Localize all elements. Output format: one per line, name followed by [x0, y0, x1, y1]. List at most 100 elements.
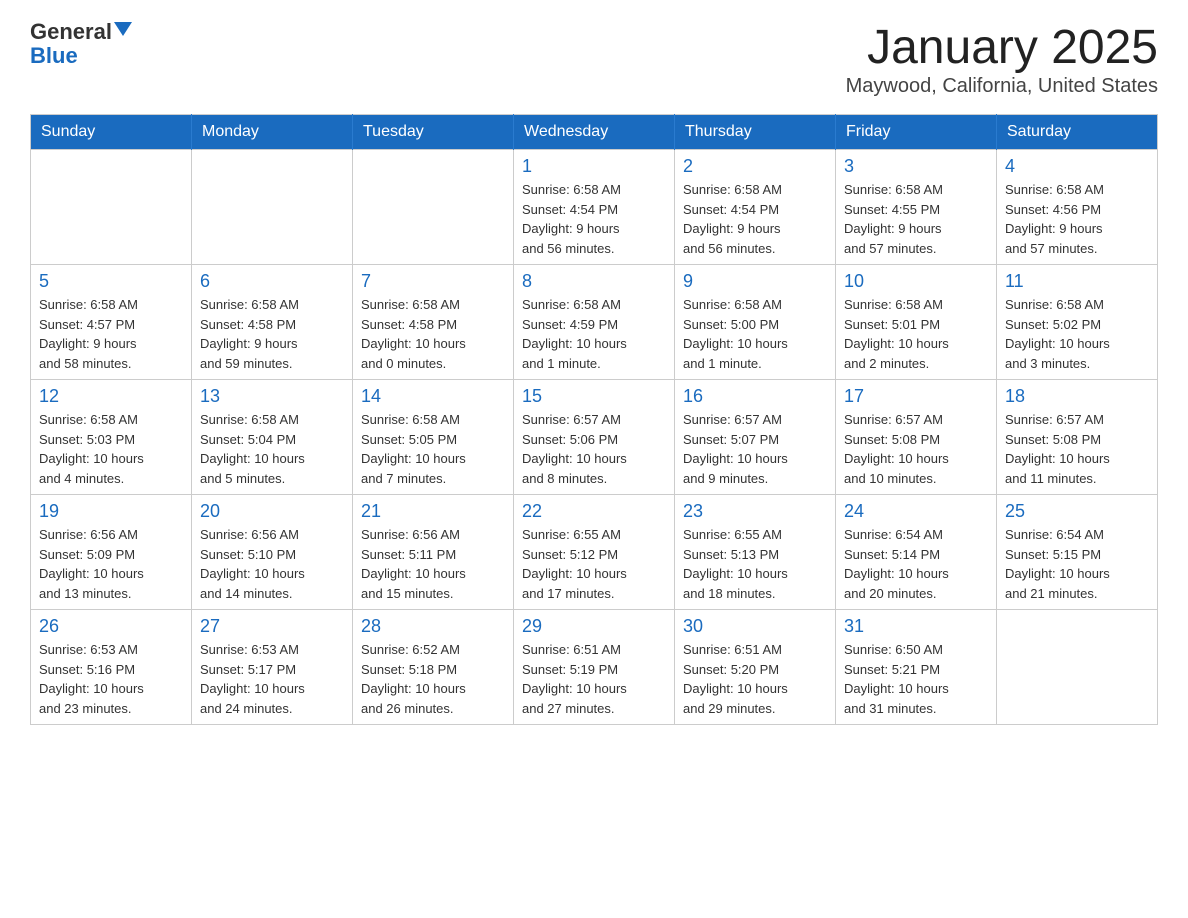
day-number: 14 [361, 386, 505, 407]
day-of-week-saturday: Saturday [997, 115, 1158, 150]
calendar-cell: 21Sunrise: 6:56 AM Sunset: 5:11 PM Dayli… [353, 495, 514, 610]
day-info: Sunrise: 6:58 AM Sunset: 4:58 PM Dayligh… [361, 295, 505, 373]
week-row-4: 19 Sunrise: 6:56 AM Sunset: 5:09 PM Dayli… [31, 495, 1158, 610]
day-number: 24 [844, 501, 988, 522]
day-info: Sunrise: 6:50 AM Sunset: 5:21 PM Dayligh… [844, 640, 988, 718]
day-info: Sunrise: 6:57 AM Sunset: 5:08 PM Dayligh… [844, 410, 988, 488]
day-info: Sunrise: 6:56 AM Sunset: 5:11 PM Dayligh… [361, 525, 505, 603]
day-number: 2 [683, 156, 827, 177]
calendar-cell: 7Sunrise: 6:58 AM Sunset: 4:58 PM Daylig… [353, 265, 514, 380]
calendar-table: SundayMondayTuesdayWednesdayThursdayFrid… [30, 114, 1158, 725]
week-row-2: 5Sunrise: 6:58 AM Sunset: 4:57 PM Daylig… [31, 265, 1158, 380]
day-info: Sunrise: 6:57 AM Sunset: 5:07 PM Dayligh… [683, 410, 827, 488]
calendar-cell: 29 Sunrise: 6:51 AM Sunset: 5:19 PM Dayli… [514, 610, 675, 725]
calendar-cell [997, 610, 1158, 725]
calendar-cell: 8Sunrise: 6:58 AM Sunset: 4:59 PM Daylig… [514, 265, 675, 380]
calendar-cell: 25 Sunrise: 6:54 AM Sunset: 5:15 PM Dayli… [997, 495, 1158, 610]
week-row-1: 1 Sunrise: 6:58 AM Sunset: 4:54 PM Daylig… [31, 150, 1158, 265]
day-of-week-sunday: Sunday [31, 115, 192, 150]
day-number: 1 [522, 156, 666, 177]
day-info: Sunrise: 6:52 AM Sunset: 5:18 PM Dayligh… [361, 640, 505, 718]
day-number: 20 [200, 501, 344, 522]
day-info: Sunrise: 6:58 AM Sunset: 4:54 PM Dayligh… [522, 180, 666, 258]
calendar-cell: 13 Sunrise: 6:58 AM Sunset: 5:04 PM Dayli… [192, 380, 353, 495]
day-number: 25 [1005, 501, 1149, 522]
calendar-cell: 22 Sunrise: 6:55 AM Sunset: 5:12 PM Dayli… [514, 495, 675, 610]
calendar-cell: 31 Sunrise: 6:50 AM Sunset: 5:21 PM Dayli… [836, 610, 997, 725]
day-number: 4 [1005, 156, 1149, 177]
day-info: Sunrise: 6:58 AM Sunset: 5:00 PM Dayligh… [683, 295, 827, 373]
calendar-cell: 30Sunrise: 6:51 AM Sunset: 5:20 PM Dayli… [675, 610, 836, 725]
day-number: 29 [522, 616, 666, 637]
day-number: 28 [361, 616, 505, 637]
day-of-week-monday: Monday [192, 115, 353, 150]
calendar-cell: 6 Sunrise: 6:58 AM Sunset: 4:58 PM Daylig… [192, 265, 353, 380]
day-number: 12 [39, 386, 183, 407]
day-info: Sunrise: 6:54 AM Sunset: 5:15 PM Dayligh… [1005, 525, 1149, 603]
day-number: 30 [683, 616, 827, 637]
calendar-cell: 4 Sunrise: 6:58 AM Sunset: 4:56 PM Daylig… [997, 150, 1158, 265]
calendar-cell: 3Sunrise: 6:58 AM Sunset: 4:55 PM Daylig… [836, 150, 997, 265]
calendar-body: 1 Sunrise: 6:58 AM Sunset: 4:54 PM Daylig… [31, 150, 1158, 725]
week-row-3: 12 Sunrise: 6:58 AM Sunset: 5:03 PM Dayli… [31, 380, 1158, 495]
day-info: Sunrise: 6:55 AM Sunset: 5:13 PM Dayligh… [683, 525, 827, 603]
day-info: Sunrise: 6:53 AM Sunset: 5:17 PM Dayligh… [200, 640, 344, 718]
day-info: Sunrise: 6:51 AM Sunset: 5:19 PM Dayligh… [522, 640, 666, 718]
day-number: 5 [39, 271, 183, 292]
calendar-cell: 27 Sunrise: 6:53 AM Sunset: 5:17 PM Dayli… [192, 610, 353, 725]
day-of-week-friday: Friday [836, 115, 997, 150]
calendar-cell: 1 Sunrise: 6:58 AM Sunset: 4:54 PM Daylig… [514, 150, 675, 265]
day-info: Sunrise: 6:58 AM Sunset: 5:03 PM Dayligh… [39, 410, 183, 488]
day-info: Sunrise: 6:58 AM Sunset: 4:59 PM Dayligh… [522, 295, 666, 373]
calendar-cell: 23Sunrise: 6:55 AM Sunset: 5:13 PM Dayli… [675, 495, 836, 610]
day-number: 6 [200, 271, 344, 292]
day-number: 15 [522, 386, 666, 407]
day-info: Sunrise: 6:58 AM Sunset: 5:05 PM Dayligh… [361, 410, 505, 488]
day-info: Sunrise: 6:58 AM Sunset: 5:04 PM Dayligh… [200, 410, 344, 488]
logo: General Blue [30, 20, 132, 68]
day-info: Sunrise: 6:57 AM Sunset: 5:08 PM Dayligh… [1005, 410, 1149, 488]
day-number: 26 [39, 616, 183, 637]
day-info: Sunrise: 6:57 AM Sunset: 5:06 PM Dayligh… [522, 410, 666, 488]
day-number: 17 [844, 386, 988, 407]
calendar-cell [192, 150, 353, 265]
day-info: Sunrise: 6:56 AM Sunset: 5:10 PM Dayligh… [200, 525, 344, 603]
day-info: Sunrise: 6:58 AM Sunset: 5:01 PM Dayligh… [844, 295, 988, 373]
day-info: Sunrise: 6:58 AM Sunset: 4:58 PM Dayligh… [200, 295, 344, 373]
days-of-week-row: SundayMondayTuesdayWednesdayThursdayFrid… [31, 115, 1158, 150]
logo-blue: Blue [30, 44, 78, 68]
day-number: 13 [200, 386, 344, 407]
calendar-cell: 16 Sunrise: 6:57 AM Sunset: 5:07 PM Dayli… [675, 380, 836, 495]
logo-general: General [30, 20, 112, 44]
day-number: 22 [522, 501, 666, 522]
day-number: 31 [844, 616, 988, 637]
day-number: 10 [844, 271, 988, 292]
day-info: Sunrise: 6:54 AM Sunset: 5:14 PM Dayligh… [844, 525, 988, 603]
calendar-cell: 14 Sunrise: 6:58 AM Sunset: 5:05 PM Dayli… [353, 380, 514, 495]
page-title: January 2025 [846, 20, 1158, 75]
day-info: Sunrise: 6:56 AM Sunset: 5:09 PM Dayligh… [39, 525, 183, 603]
calendar-cell: 11Sunrise: 6:58 AM Sunset: 5:02 PM Dayli… [997, 265, 1158, 380]
week-row-5: 26Sunrise: 6:53 AM Sunset: 5:16 PM Dayli… [31, 610, 1158, 725]
calendar-cell: 20 Sunrise: 6:56 AM Sunset: 5:10 PM Dayli… [192, 495, 353, 610]
calendar-cell: 9Sunrise: 6:58 AM Sunset: 5:00 PM Daylig… [675, 265, 836, 380]
day-number: 11 [1005, 271, 1149, 292]
title-block: January 2025 Maywood, California, United… [846, 20, 1158, 98]
day-number: 27 [200, 616, 344, 637]
day-of-week-wednesday: Wednesday [514, 115, 675, 150]
calendar-cell: 10 Sunrise: 6:58 AM Sunset: 5:01 PM Dayli… [836, 265, 997, 380]
calendar-cell: 26Sunrise: 6:53 AM Sunset: 5:16 PM Dayli… [31, 610, 192, 725]
day-info: Sunrise: 6:58 AM Sunset: 4:56 PM Dayligh… [1005, 180, 1149, 258]
calendar-cell [353, 150, 514, 265]
day-number: 19 [39, 501, 183, 522]
day-of-week-thursday: Thursday [675, 115, 836, 150]
calendar-cell: 24 Sunrise: 6:54 AM Sunset: 5:14 PM Dayli… [836, 495, 997, 610]
logo-triangle-icon [114, 22, 132, 36]
calendar-header: SundayMondayTuesdayWednesdayThursdayFrid… [31, 115, 1158, 150]
day-info: Sunrise: 6:55 AM Sunset: 5:12 PM Dayligh… [522, 525, 666, 603]
calendar-cell: 5Sunrise: 6:58 AM Sunset: 4:57 PM Daylig… [31, 265, 192, 380]
page-subtitle: Maywood, California, United States [846, 75, 1158, 98]
calendar-cell: 19 Sunrise: 6:56 AM Sunset: 5:09 PM Dayli… [31, 495, 192, 610]
calendar-cell: 15 Sunrise: 6:57 AM Sunset: 5:06 PM Dayli… [514, 380, 675, 495]
day-number: 16 [683, 386, 827, 407]
